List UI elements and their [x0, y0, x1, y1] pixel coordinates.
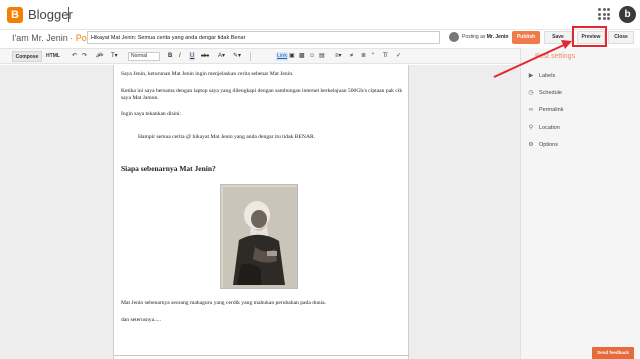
paragraph-1: Saya Jenin, keturunan Mat Jenin ingin me… — [121, 71, 294, 77]
posting-as-user: Mr. Jenin — [486, 34, 509, 40]
mat-jenin-photo[interactable] — [220, 184, 298, 289]
spellcheck-icon[interactable]: ✓ — [396, 52, 401, 61]
blog-title[interactable]: I'am Mr. Jenin · Post — [12, 33, 94, 43]
font-family-icon[interactable]: 𝓕▾ — [96, 52, 103, 61]
text-color-icon[interactable]: A▾ — [218, 52, 225, 61]
sidebar-item-label: Schedule — [539, 90, 562, 96]
editor-page[interactable]: Saya Jenin, keturunan Mat Jenin ingin me… — [113, 65, 409, 359]
clear-format-icon[interactable]: T̸ — [383, 52, 387, 61]
compose-tab[interactable]: Compose — [12, 51, 42, 62]
heading-siapa: Siapa sebenarnya Mat Jenin? — [121, 164, 216, 173]
app-name: Blogger — [28, 7, 73, 22]
quote-icon[interactable]: “ — [372, 52, 374, 61]
emoji-icon[interactable]: ☺ — [309, 52, 315, 61]
italic-icon[interactable]: I — [179, 52, 181, 61]
image-icon[interactable]: ▣ — [289, 52, 295, 61]
blogger-logo[interactable]: B — [7, 7, 23, 23]
avatar[interactable]: b — [619, 6, 636, 23]
post-settings-heading: Post settings — [535, 53, 576, 60]
divider — [68, 7, 69, 22]
highlight-color-icon[interactable]: ✎▾ — [233, 52, 241, 61]
underline-icon[interactable]: U — [189, 52, 196, 61]
sidebar-item-label: Permalink — [539, 107, 564, 113]
post-title-input[interactable] — [87, 31, 440, 44]
format-select[interactable]: Normal — [128, 52, 160, 61]
sidebar-item-label: Labels — [539, 73, 556, 79]
posting-as-label: Posting as — [462, 34, 486, 40]
posting-as: Posting as Mr. Jenin — [462, 34, 508, 40]
paragraph-5: dan seterusnya..... — [121, 317, 162, 323]
save-button[interactable]: Save — [544, 31, 572, 44]
tag-icon: ▶ — [528, 73, 534, 79]
pin-icon: ⚲ — [528, 125, 534, 131]
sidebar-item-label: Options — [539, 142, 558, 148]
clock-icon: ◷ — [528, 90, 534, 96]
gear-icon: ⚙ — [528, 142, 534, 148]
blockquote: Hampir semua cerita @ hikayat Mat Jenin … — [138, 134, 316, 140]
paragraph-3: Ingin saya tekankan disini: — [121, 111, 182, 117]
sidebar-item-label: Location — [539, 125, 560, 131]
link-icon: ∞ — [528, 107, 534, 113]
publish-button[interactable]: Publish — [512, 31, 540, 44]
paragraph-2: Ketika ini saya bersama dengan laptop sa… — [121, 88, 403, 101]
sidebar-item-location[interactable]: ⚲ Location — [527, 123, 560, 133]
html-tab[interactable]: HTML — [44, 51, 62, 62]
link-button[interactable]: Link — [276, 52, 289, 61]
post-header: I'am Mr. Jenin · Post Posting as Mr. Jen… — [0, 30, 640, 47]
send-feedback-button[interactable]: Send feedback — [592, 347, 634, 359]
toolbar-divider — [250, 52, 251, 61]
sidebar-item-options[interactable]: ⚙ Options — [527, 140, 558, 150]
user-avatar-icon — [449, 32, 459, 42]
bullet-list-icon[interactable]: ≣ — [361, 52, 366, 61]
bold-icon[interactable]: B — [168, 52, 172, 61]
sidebar-item-permalink[interactable]: ∞ Permalink — [527, 105, 564, 115]
top-bar: B Blogger b — [0, 0, 640, 30]
align-icon[interactable]: ≡▾ — [335, 52, 342, 61]
undo-icon[interactable]: ↶ — [72, 52, 77, 61]
title-separator: · — [67, 33, 76, 43]
numbered-list-icon[interactable]: ≠ — [350, 52, 353, 61]
preview-highlight-box — [572, 26, 607, 47]
paragraph-4: Mat Jenin sebenarnya seorang mahaguru ya… — [121, 300, 327, 306]
redo-icon[interactable]: ↷ — [82, 52, 87, 61]
strikethrough-icon[interactable]: abc — [201, 52, 209, 61]
page-bottom-edge — [113, 355, 409, 356]
apps-grid-icon[interactable] — [598, 8, 610, 20]
sidebar-item-labels[interactable]: ▶ Labels — [527, 71, 556, 81]
close-button[interactable]: Close — [608, 31, 634, 44]
sidebar-item-schedule[interactable]: ◷ Schedule — [527, 88, 562, 98]
post-settings-sidebar: Post settings ▶ Labels ◷ Schedule ∞ Permali… — [520, 48, 640, 359]
editor-toolbar: Compose HTML ↶ ↷ 𝓕▾ T▾ Normal B I U abc … — [0, 48, 520, 64]
video-icon[interactable]: ▩ — [299, 52, 305, 61]
font-size-icon[interactable]: T▾ — [111, 52, 118, 61]
blog-name: I'am Mr. Jenin — [12, 33, 68, 43]
jump-break-icon[interactable]: ▤ — [319, 52, 325, 61]
